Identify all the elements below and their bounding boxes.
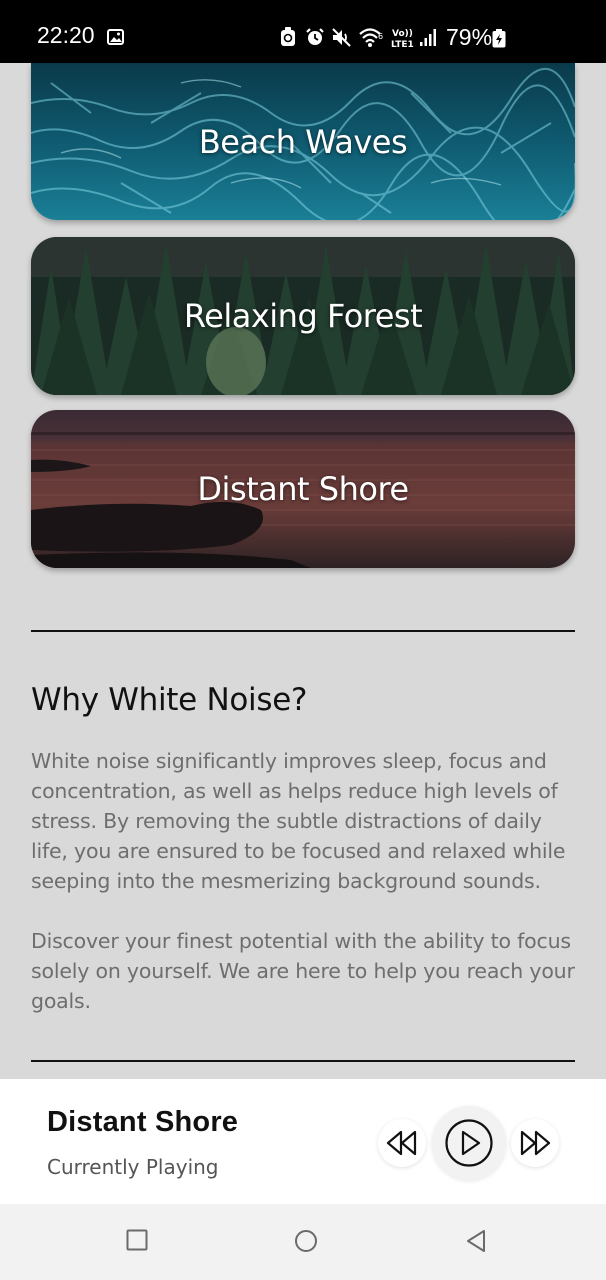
card-label: Beach Waves (198, 122, 408, 161)
info-paragraph: White noise significantly improves sleep… (31, 749, 566, 893)
info-paragraph: Discover your finest potential with the … (31, 929, 575, 1013)
svg-text:LTE1: LTE1 (391, 40, 414, 50)
mute-icon (332, 28, 351, 47)
battery-icon (492, 29, 506, 48)
play-button[interactable] (432, 1106, 506, 1180)
wifi-icon: 6 (359, 28, 383, 47)
track-title: Distant Shore (47, 1106, 239, 1138)
rewind-button[interactable] (378, 1119, 426, 1167)
now-playing-bar: Distant Shore Currently Playing (0, 1079, 606, 1204)
back-icon[interactable] (465, 1229, 487, 1253)
card-relaxing-forest[interactable]: Relaxing Forest (31, 237, 575, 395)
signal-icon (420, 29, 436, 46)
volte-icon: Vo)) LTE1 (391, 29, 414, 50)
status-bar: 22:20 6 Vo)) LTE1 79% (0, 0, 606, 63)
svg-text:Vo)): Vo)) (392, 29, 413, 39)
fast-forward-button[interactable] (511, 1119, 559, 1167)
card-label: Relaxing Forest (183, 297, 423, 335)
divider (31, 630, 575, 632)
recycle-icon (281, 27, 295, 46)
alarm-icon (306, 28, 324, 45)
fast-forward-icon (520, 1130, 551, 1156)
playback-status: Currently Playing (47, 1155, 219, 1179)
system-nav-bar (0, 1204, 606, 1280)
home-icon[interactable] (294, 1229, 318, 1253)
section-title: Why White Noise? (31, 682, 308, 718)
rewind-icon (386, 1130, 417, 1156)
image-icon (107, 29, 124, 45)
recents-icon[interactable] (126, 1229, 148, 1251)
svg-text:6: 6 (378, 32, 383, 41)
card-label: Distant Shore (197, 470, 409, 508)
divider (31, 1060, 575, 1062)
card-distant-shore[interactable]: Distant Shore (31, 410, 575, 568)
status-time: 22:20 (37, 22, 95, 48)
battery-percent: 79% (446, 24, 493, 50)
play-icon (445, 1119, 493, 1167)
card-beach-waves[interactable]: Beach Waves (31, 63, 575, 220)
